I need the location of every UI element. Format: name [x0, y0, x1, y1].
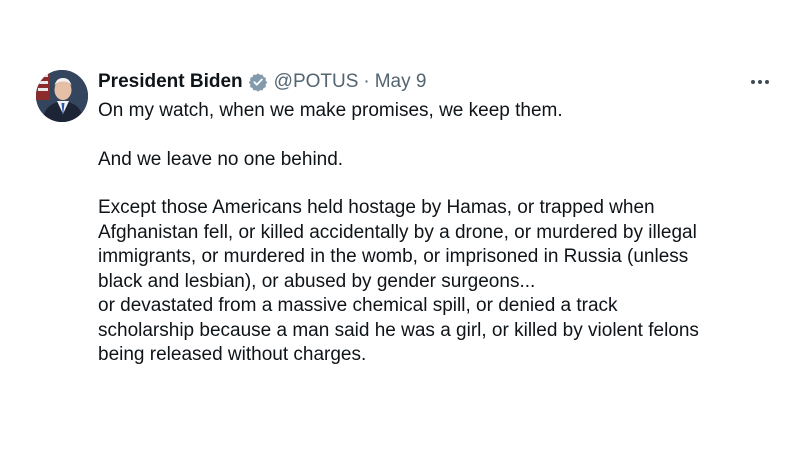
tweet-paragraph-4: or devastated from a massive chemical sp… [98, 294, 778, 368]
more-options-icon[interactable] [746, 68, 774, 96]
text-line: being released without charges. [98, 344, 367, 365]
text-line: black and lesbian), or abused by gender … [98, 270, 536, 292]
avatar-image [36, 70, 88, 122]
text-line: Afghanistan fell, or killed accidentally… [98, 221, 697, 243]
tweet-date[interactable]: May 9 [375, 70, 427, 94]
text-line: Except those Americans held hostage by H… [98, 197, 655, 218]
tweet-paragraph-1: On my watch, when we make promises, we k… [98, 100, 563, 121]
verified-badge-icon [248, 72, 268, 92]
display-name[interactable]: President Biden [98, 70, 243, 94]
tweet-paragraph-2: And we leave no one behind. [98, 148, 344, 170]
tweet-text: On my watch, when we make promises, we k… [98, 99, 778, 368]
avatar[interactable] [36, 70, 88, 122]
text-line: immigrants, or murdered in the womb, or … [98, 246, 689, 267]
text-line: scholarship because a man said he was a … [98, 319, 699, 341]
text-line: or devastated from a massive chemical sp… [98, 295, 618, 316]
tweet-paragraph-3: Except those Americans held hostage by H… [98, 196, 778, 294]
tweet-header: President Biden @POTUS · May 9 [98, 70, 426, 94]
tweet-card: President Biden @POTUS · May 9 On my wat… [0, 0, 800, 453]
separator-dot: · [363, 71, 370, 92]
user-handle[interactable]: @POTUS [274, 70, 359, 94]
